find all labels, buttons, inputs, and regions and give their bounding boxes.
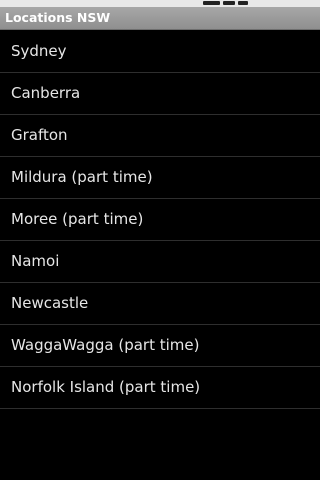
list-item-label: Newcastle	[11, 294, 89, 312]
page-title: Locations NSW	[5, 10, 111, 25]
title-bar: Locations NSW	[0, 7, 320, 30]
battery-icon	[238, 1, 248, 5]
list-item-canberra[interactable]: Canberra	[0, 73, 320, 115]
network-icon	[223, 1, 235, 5]
list-item-label: Moree (part time)	[11, 210, 144, 228]
status-icons	[203, 0, 248, 7]
list-item-label: Norfolk Island (part time)	[11, 378, 201, 396]
list-item-moree[interactable]: Moree (part time)	[0, 199, 320, 241]
list-item-label: Grafton	[11, 126, 68, 144]
list-item-norfolk-island[interactable]: Norfolk Island (part time)	[0, 367, 320, 409]
list-item-label: Mildura (part time)	[11, 168, 153, 186]
list-item-newcastle[interactable]: Newcastle	[0, 283, 320, 325]
list-item-label: WaggaWagga (part time)	[11, 336, 200, 354]
list-item-mildura[interactable]: Mildura (part time)	[0, 157, 320, 199]
signal-icon	[203, 1, 220, 5]
status-bar	[0, 0, 320, 7]
list-item-label: Sydney	[11, 42, 67, 60]
locations-list: Sydney Canberra Grafton Mildura (part ti…	[0, 31, 320, 409]
list-item-namoi[interactable]: Namoi	[0, 241, 320, 283]
list-item-grafton[interactable]: Grafton	[0, 115, 320, 157]
list-item-label: Canberra	[11, 84, 81, 102]
list-item-label: Namoi	[11, 252, 60, 270]
list-item-sydney[interactable]: Sydney	[0, 31, 320, 73]
screen: Locations NSW Sydney Canberra Grafton Mi…	[0, 0, 320, 480]
list-item-waggawagga[interactable]: WaggaWagga (part time)	[0, 325, 320, 367]
